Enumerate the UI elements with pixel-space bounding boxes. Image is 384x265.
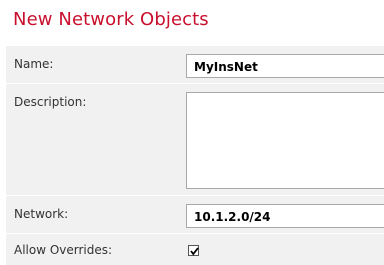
name-input[interactable]: MyInsNet <box>186 54 384 78</box>
description-label: Description: <box>14 95 87 109</box>
name-input-value: MyInsNet <box>194 60 258 74</box>
description-textarea[interactable] <box>186 92 384 189</box>
name-label: Name: <box>14 57 54 71</box>
allow-overrides-row: Allow Overrides: <box>6 234 384 265</box>
allow-overrides-label: Allow Overrides: <box>14 243 113 257</box>
network-input[interactable]: 10.1.2.0/24 <box>186 204 384 228</box>
allow-overrides-checkbox[interactable] <box>188 245 199 256</box>
network-row: Network: 10.1.2.0/24 <box>6 196 384 234</box>
page-title: New Network Objects <box>13 9 209 30</box>
network-object-form: Name: MyInsNet Description: Network: 10.… <box>6 46 384 265</box>
network-input-value: 10.1.2.0/24 <box>194 210 271 224</box>
name-row: Name: MyInsNet <box>6 46 384 84</box>
checkmark-icon <box>190 247 199 256</box>
description-row: Description: <box>6 84 384 196</box>
network-label: Network: <box>14 207 69 221</box>
